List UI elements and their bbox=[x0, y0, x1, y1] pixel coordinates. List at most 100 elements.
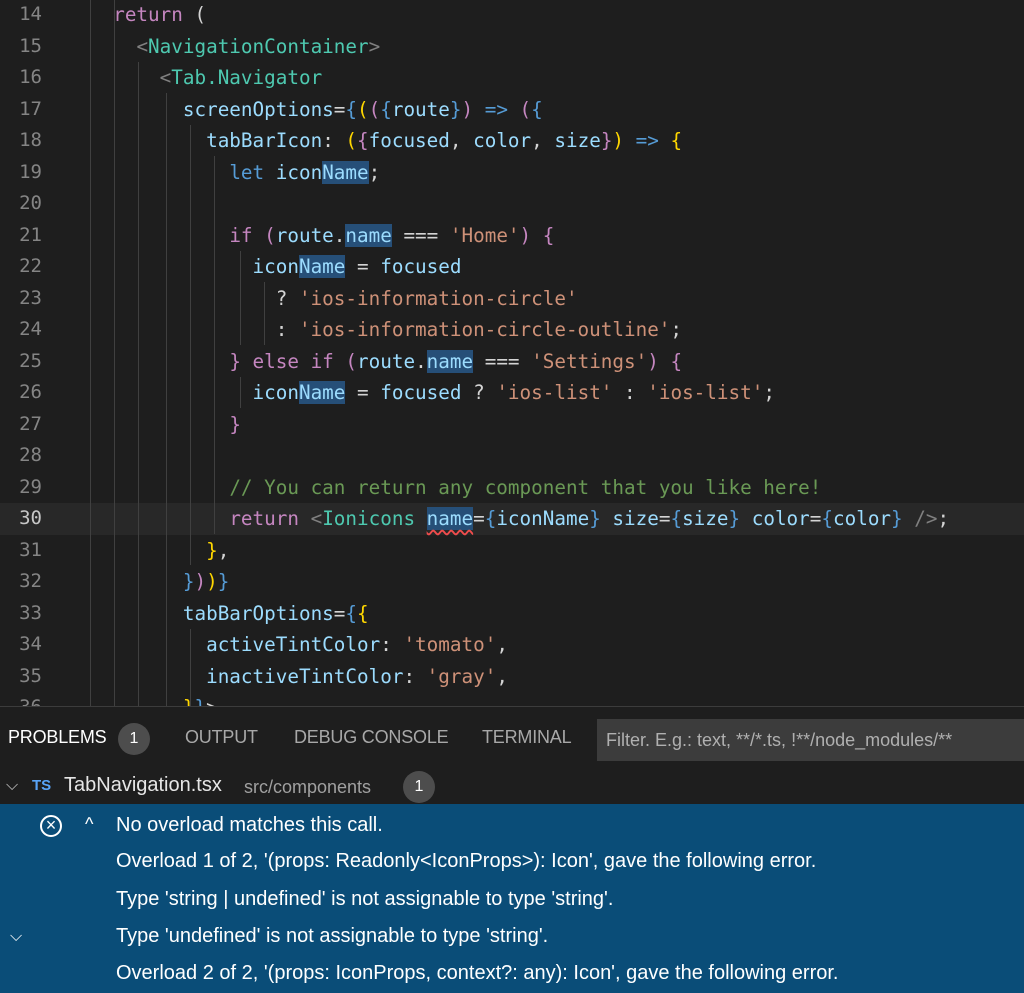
code-line: 16 <Tab.Navigator bbox=[0, 62, 1024, 94]
indent-guide bbox=[166, 93, 167, 706]
code-line: 28 bbox=[0, 440, 1024, 472]
code-line: 33 tabBarOptions={{ bbox=[0, 598, 1024, 630]
problem-detail[interactable]: Type 'undefined' is not assignable to ty… bbox=[116, 925, 548, 948]
line-number: 33 bbox=[19, 601, 42, 624]
code-text: return ( bbox=[113, 3, 207, 26]
problem-file-name: TabNavigation.tsx bbox=[64, 774, 222, 796]
code-text: // You can return any component that you… bbox=[229, 475, 822, 499]
code-line: 23 ? 'ios-information-circle' bbox=[0, 283, 1024, 315]
code-text: <Tab.Navigator bbox=[159, 66, 323, 89]
indent-guide bbox=[138, 62, 139, 706]
code-text: } else if (route.name === 'Settings') { bbox=[229, 349, 683, 373]
line-number: 21 bbox=[19, 223, 42, 246]
code-text: }))} bbox=[182, 570, 230, 593]
code-line: 34 activeTintColor: 'tomato', bbox=[0, 629, 1024, 661]
code-line: 22 iconName = focused bbox=[0, 251, 1024, 283]
code-line: 14 return ( bbox=[0, 0, 1024, 31]
code-line: 26 iconName = focused ? 'ios-list' : 'io… bbox=[0, 377, 1024, 409]
problem-detail[interactable]: Type 'string | undefined' is not assigna… bbox=[116, 888, 613, 911]
code-line: 27 } bbox=[0, 409, 1024, 441]
line-number: 19 bbox=[19, 160, 42, 183]
problems-count-badge: 1 bbox=[118, 723, 150, 755]
indent-guide bbox=[264, 282, 265, 345]
indent-guide bbox=[190, 629, 191, 706]
tab-terminal[interactable]: TERMINAL bbox=[482, 727, 572, 748]
panel-tabs: PROBLEMS 1 OUTPUT DEBUG CONSOLE TERMINAL… bbox=[0, 707, 1024, 769]
code-text: let iconName; bbox=[229, 160, 381, 184]
line-number: 25 bbox=[19, 349, 42, 372]
typescript-file-icon: TS bbox=[32, 777, 52, 794]
code-text: inactiveTintColor: 'gray', bbox=[206, 664, 508, 688]
code-line: 19 let iconName; bbox=[0, 157, 1024, 189]
line-number: 17 bbox=[19, 97, 42, 120]
code-text: tabBarOptions={{ bbox=[182, 601, 369, 625]
problem-message[interactable]: No overload matches this call. bbox=[116, 814, 383, 837]
code-editor[interactable]: 14 return ( 15 <NavigationContainer> 16 … bbox=[0, 0, 1024, 706]
code-line: 24 : 'ios-information-circle-outline'; bbox=[0, 314, 1024, 346]
line-number: 20 bbox=[19, 192, 42, 214]
code-text: return <Ionicons name={iconName} size={s… bbox=[229, 507, 950, 530]
code-text: iconName = focused ? 'ios-list' : 'ios-l… bbox=[252, 381, 775, 404]
code-text: }, bbox=[206, 538, 230, 562]
problem-detail[interactable]: Overload 1 of 2, '(props: Readonly<IconP… bbox=[116, 850, 816, 873]
indent-guide bbox=[90, 0, 91, 706]
problem-file-row[interactable]: ⌵ TS TabNavigation.tsx src/components 1 bbox=[0, 769, 1024, 807]
indent-guide bbox=[240, 251, 241, 345]
line-number: 15 bbox=[19, 34, 42, 57]
code-text: if (route.name === 'Home') { bbox=[229, 223, 555, 247]
line-number: 30 bbox=[19, 507, 42, 529]
indent-guide bbox=[214, 156, 215, 534]
line-number: 34 bbox=[19, 633, 42, 655]
indent-guide bbox=[114, 0, 115, 706]
problem-list[interactable]: × ^ No overload matches this call. Overl… bbox=[0, 804, 1024, 993]
error-icon: × bbox=[40, 815, 62, 837]
tab-problems[interactable]: PROBLEMS bbox=[8, 727, 107, 748]
chevron-down-icon[interactable]: ⌵ bbox=[10, 928, 22, 946]
line-number: 36 bbox=[0, 692, 42, 706]
bottom-panel: PROBLEMS 1 OUTPUT DEBUG CONSOLE TERMINAL… bbox=[0, 706, 1024, 993]
line-number: 27 bbox=[19, 412, 42, 435]
code-line: 31 }, bbox=[0, 535, 1024, 567]
line-number: 35 bbox=[19, 664, 42, 687]
problems-filter-input[interactable]: Filter. E.g.: text, **/*.ts, !**/node_mo… bbox=[597, 719, 1024, 761]
line-number: 14 bbox=[19, 3, 42, 25]
tab-output[interactable]: OUTPUT bbox=[185, 727, 258, 748]
tab-debug-console[interactable]: DEBUG CONSOLE bbox=[294, 727, 449, 748]
code-text: }}> bbox=[90, 692, 218, 706]
code-line: 18 tabBarIcon: ({focused, color, size}) … bbox=[0, 125, 1024, 157]
line-number: 29 bbox=[19, 475, 42, 498]
line-number: 31 bbox=[19, 538, 42, 561]
code-line: 36 }}> bbox=[0, 692, 1024, 706]
code-text: ? 'ios-information-circle' bbox=[90, 286, 578, 310]
code-line: 32 }))} bbox=[0, 566, 1024, 598]
line-number: 16 bbox=[19, 66, 42, 88]
code-text: screenOptions={(({route}) => ({ bbox=[182, 97, 543, 121]
code-line: 29 // You can return any component that … bbox=[0, 472, 1024, 504]
code-line: 17 screenOptions={(({route}) => ({ bbox=[0, 94, 1024, 126]
code-text: activeTintColor: 'tomato', bbox=[206, 633, 508, 656]
code-text: <NavigationContainer> bbox=[136, 34, 381, 58]
problem-file-path: src/components bbox=[244, 777, 372, 797]
line-number: 24 bbox=[19, 318, 42, 340]
line-number: 28 bbox=[19, 444, 42, 466]
code-line: 21 if (route.name === 'Home') { bbox=[0, 220, 1024, 252]
code-text: : 'ios-information-circle-outline'; bbox=[90, 318, 683, 341]
line-number: 26 bbox=[19, 381, 42, 403]
file-problem-count-badge: 1 bbox=[403, 771, 435, 803]
code-line: 25 } else if (route.name === 'Settings')… bbox=[0, 346, 1024, 378]
indent-guide bbox=[240, 377, 241, 408]
code-text: tabBarIcon: ({focused, color, size}) => … bbox=[206, 129, 683, 152]
code-line: 15 <NavigationContainer> bbox=[0, 31, 1024, 63]
line-number: 32 bbox=[19, 570, 42, 592]
code-line-current: 30 return <Ionicons name={iconName} size… bbox=[0, 503, 1024, 535]
line-number: 22 bbox=[19, 255, 42, 277]
code-line: 35 inactiveTintColor: 'gray', bbox=[0, 661, 1024, 693]
code-line: 20 bbox=[0, 188, 1024, 220]
code-text: iconName = focused bbox=[252, 255, 462, 278]
chevron-down-icon[interactable]: ⌵ bbox=[6, 777, 18, 795]
problem-detail[interactable]: Overload 2 of 2, '(props: IconProps, con… bbox=[116, 962, 838, 985]
indent-guide bbox=[190, 125, 191, 565]
chevron-up-icon[interactable]: ^ bbox=[85, 814, 93, 835]
